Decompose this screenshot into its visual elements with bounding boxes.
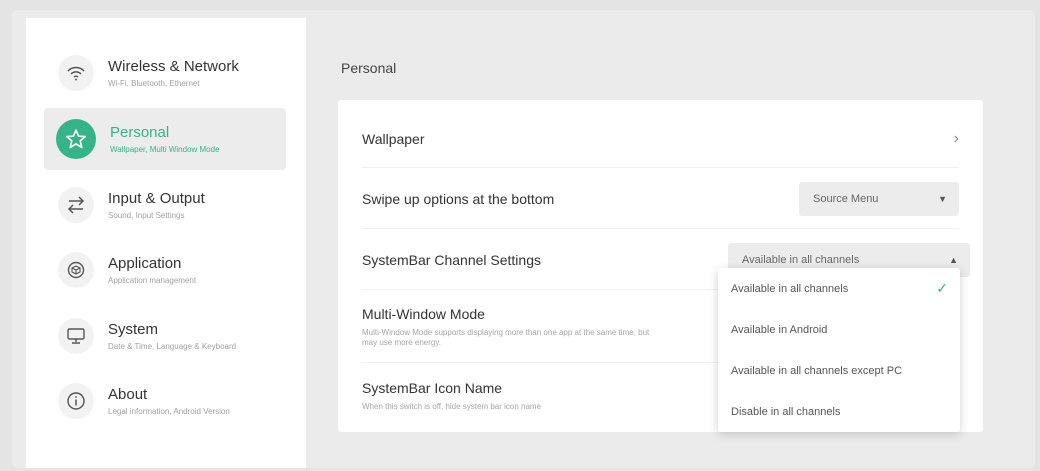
sidebar-item-title: Application [108, 255, 182, 272]
info-icon [58, 383, 94, 419]
dropdown-option[interactable]: Available in all channels ✓ [718, 268, 960, 309]
check-icon: ✓ [936, 280, 948, 296]
sidebar-item-subtitle: Wallpaper, Multi Window Mode [110, 145, 220, 154]
swipe-options-select[interactable]: Source Menu ▼ [799, 181, 959, 216]
dropdown-option-label: Disable in all channels [731, 405, 841, 418]
dropdown-option[interactable]: Disable in all channels [718, 391, 960, 432]
swap-arrows-icon [58, 187, 94, 223]
sidebar-item-subtitle: Date & Time, Language & Keyboard [108, 342, 237, 351]
cube-icon [58, 252, 94, 288]
caret-down-icon: ▼ [938, 193, 947, 204]
sidebar-item-application[interactable]: Application Application management [44, 239, 286, 301]
sidebar-item-subtitle: Sound, Input Settings [108, 211, 185, 220]
swipe-options-row: Swipe up options at the bottom Source Me… [362, 169, 959, 229]
sidebar-item-subtitle: Wi-Fi, Bluetooth, Ethernet [108, 79, 200, 88]
sidebar-item-title: Input & Output [108, 190, 205, 207]
sidebar-item-personal[interactable]: Personal Wallpaper, Multi Window Mode [44, 108, 286, 170]
sidebar-item-title: About [108, 386, 148, 403]
dropdown-option[interactable]: Available in all channels except PC [718, 350, 960, 391]
sidebar-item-title: Personal [110, 124, 170, 141]
dropdown-option-label: Available in all channels except PC [731, 364, 903, 377]
multi-window-description: Multi-Window Mode supports displaying mo… [362, 327, 650, 347]
multi-window-label: Multi-Window Mode [362, 305, 485, 322]
systembar-icon-name-label: SystemBar Icon Name [362, 380, 503, 396]
sidebar-item-title: System [108, 321, 159, 338]
dropdown-option-label: Available in all channels [731, 282, 849, 295]
sidebar-item-subtitle: Legal information, Android Version [108, 407, 230, 416]
sidebar-item-wireless-network[interactable]: Wireless & Network Wi-Fi, Bluetooth, Eth… [44, 42, 286, 104]
channel-settings-label: SystemBar Channel Settings [362, 251, 541, 268]
sidebar-item-about[interactable]: About Legal information, Android Version [44, 370, 286, 432]
swipe-options-value: Source Menu [813, 192, 879, 205]
sidebar-item-system[interactable]: System Date & Time, Language & Keyboard [44, 305, 286, 367]
dropdown-option-label: Available in Android [731, 323, 828, 336]
wallpaper-row[interactable]: Wallpaper › [362, 110, 959, 168]
wifi-icon [58, 55, 94, 91]
channel-settings-dropdown: Available in all channels ✓ Available in… [718, 268, 960, 432]
sidebar-item-subtitle: Application management [108, 276, 197, 285]
sidebar: Wireless & Network Wi-Fi, Bluetooth, Eth… [26, 18, 306, 468]
settings-window: Wireless & Network Wi-Fi, Bluetooth, Eth… [12, 10, 1035, 468]
systembar-icon-name-description: When this switch is off, hide system bar… [362, 402, 542, 411]
channel-settings-value: Available in all channels [742, 253, 860, 266]
chevron-right-icon: › [953, 129, 959, 147]
monitor-icon [58, 318, 94, 354]
wallpaper-label: Wallpaper [362, 130, 425, 147]
dropdown-option[interactable]: Available in Android [718, 309, 960, 350]
sidebar-item-title: Wireless & Network [108, 58, 239, 75]
sidebar-item-input-output[interactable]: Input & Output Sound, Input Settings [44, 174, 286, 236]
page-title: Personal [341, 60, 397, 76]
star-icon [56, 119, 96, 159]
caret-up-icon: ▲ [949, 254, 958, 265]
swipe-options-label: Swipe up options at the bottom [362, 190, 555, 207]
